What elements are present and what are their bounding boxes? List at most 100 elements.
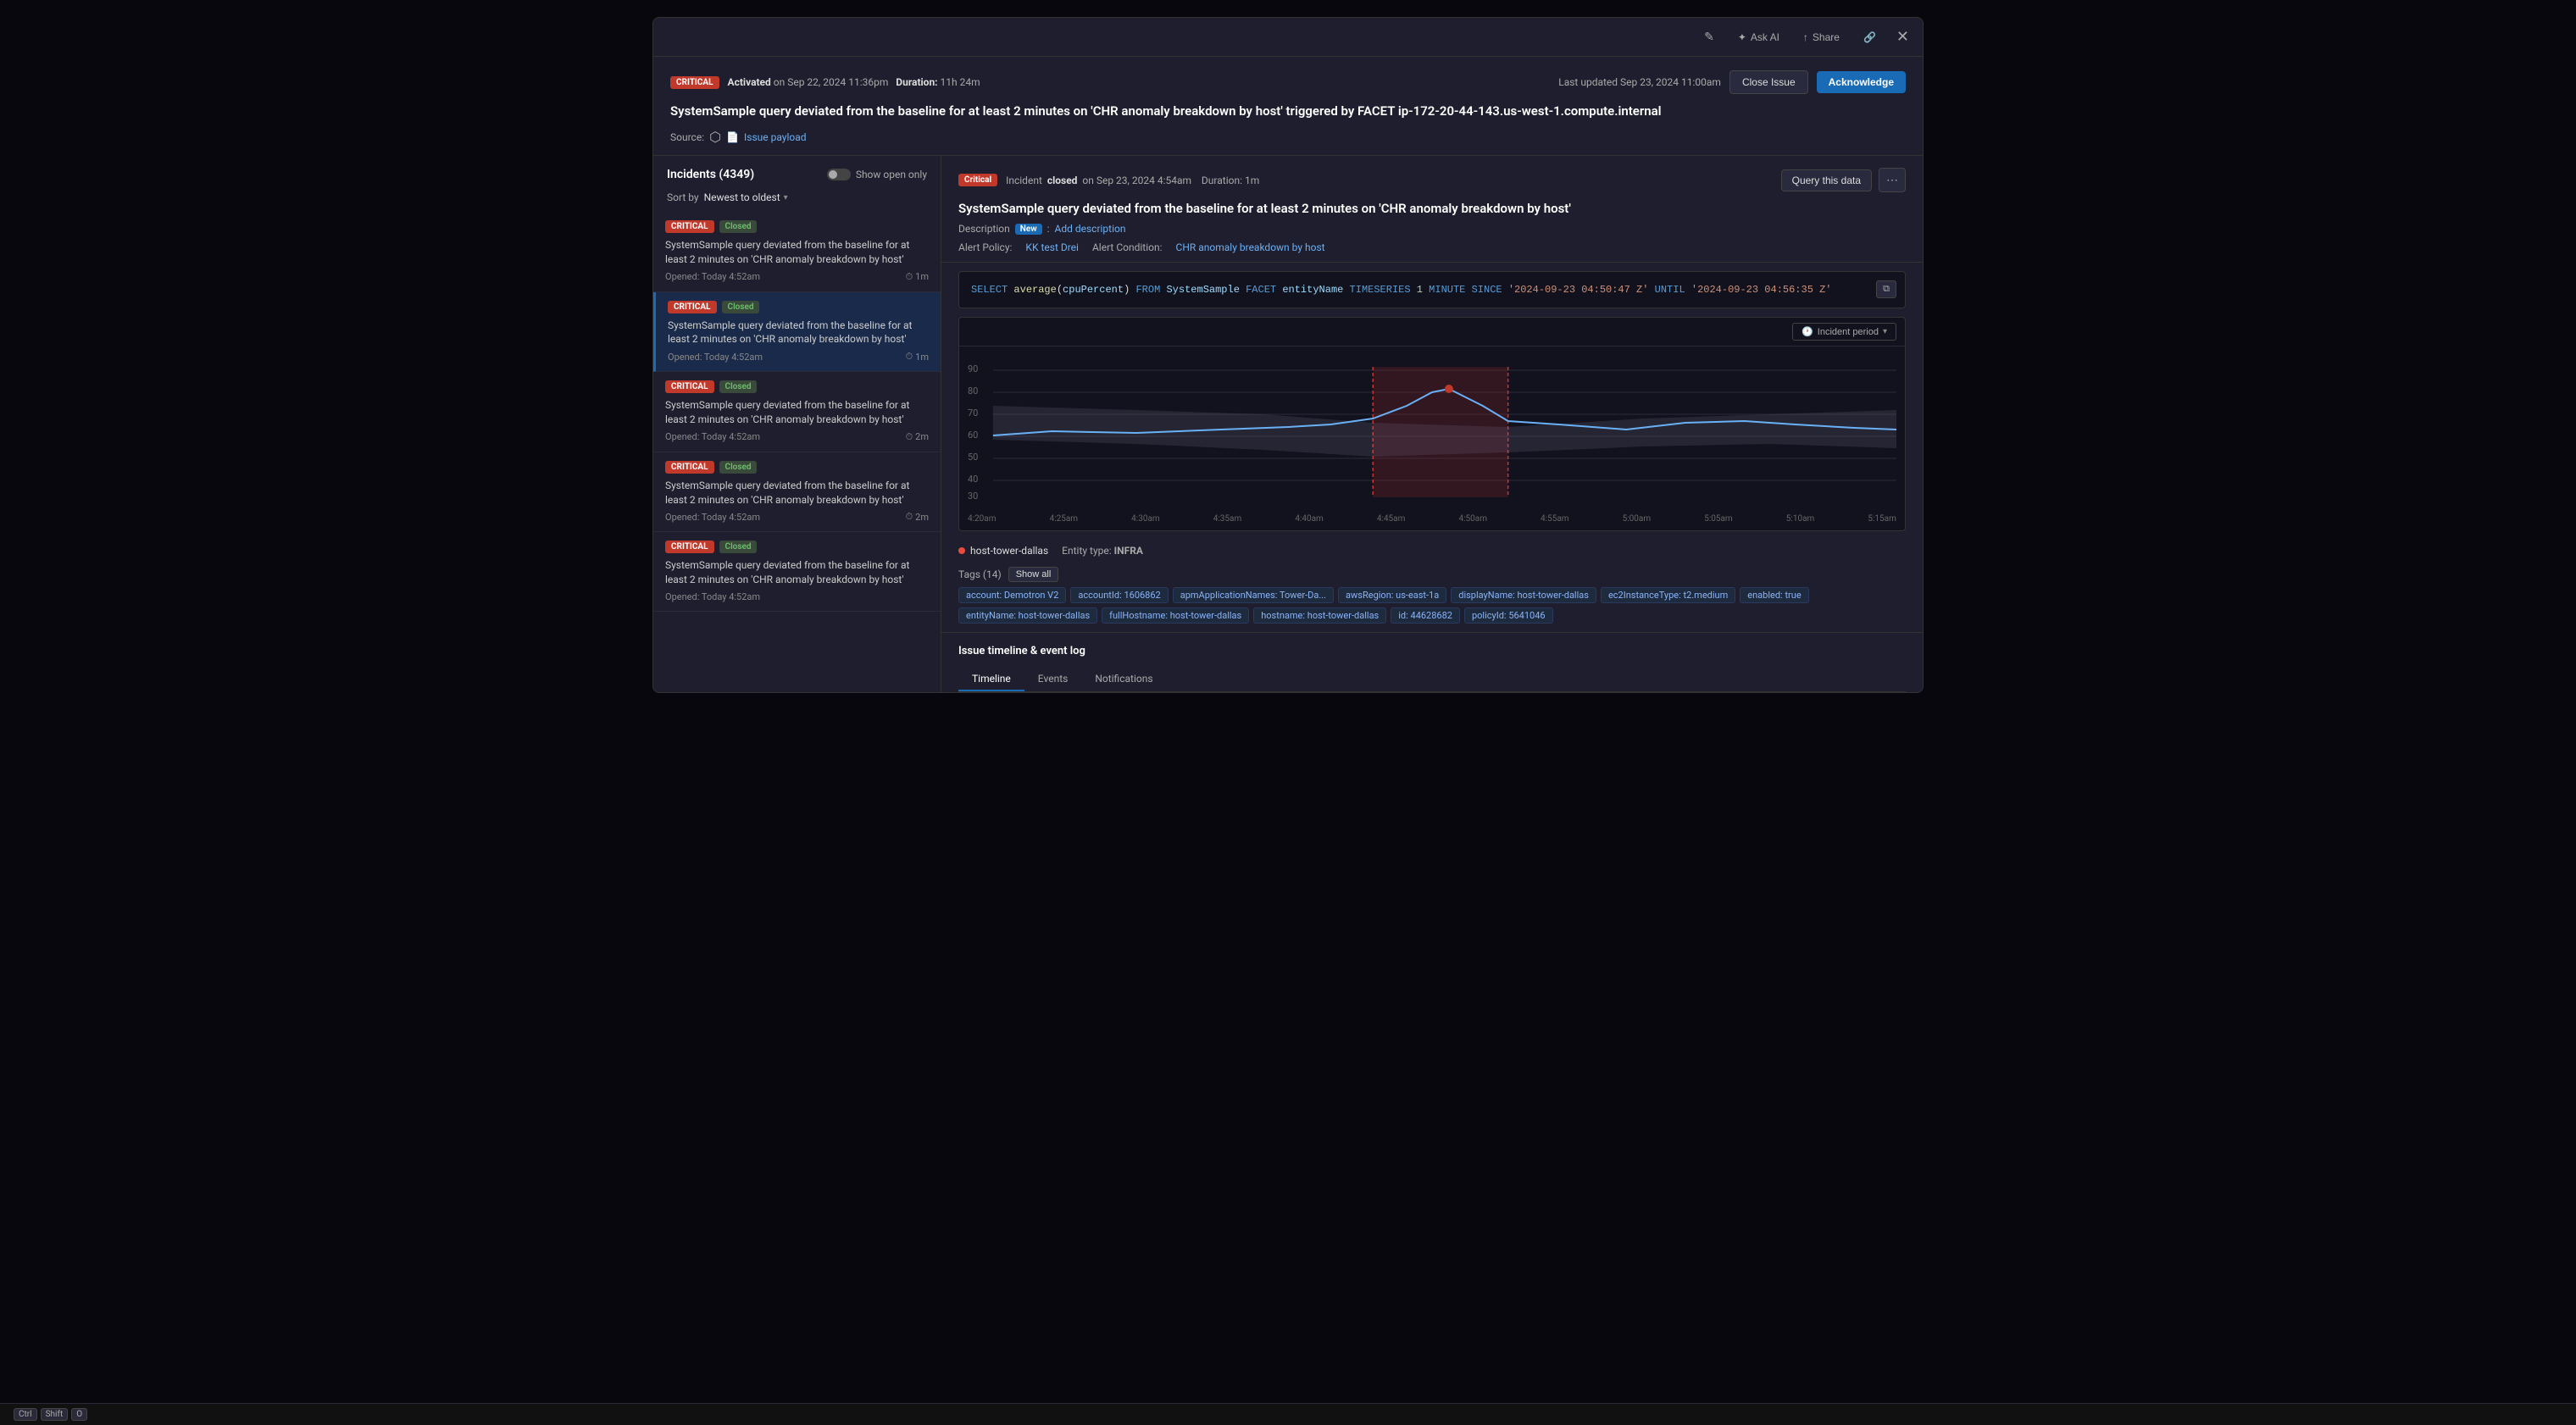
tab-notifications[interactable]: Notifications <box>1081 668 1166 691</box>
tag-item[interactable]: displayName: host-tower-dallas <box>1451 587 1596 603</box>
modal-body: Incidents (4349) Show open only Sort by … <box>653 156 1923 692</box>
detail-duration: 1m <box>1245 175 1259 186</box>
incidents-title: Incidents (4349) <box>667 168 754 181</box>
y-label-80: 80 <box>968 385 978 396</box>
show-all-button[interactable]: Show all <box>1008 567 1059 582</box>
ask-ai-button[interactable]: ✦ Ask AI <box>1731 28 1786 47</box>
incident-footer: Opened: Today 4:52am ⏱2m <box>665 431 929 443</box>
issue-title: SystemSample query deviated from the bas… <box>670 103 1906 120</box>
y-label-90: 90 <box>968 363 978 374</box>
sort-value: Newest to oldest <box>704 191 780 203</box>
header-right: Last updated Sep 23, 2024 11:00am Close … <box>1558 70 1906 94</box>
chart-svg-wrap: 90 80 70 60 50 40 30 <box>959 347 1905 511</box>
tag-item[interactable]: ec2InstanceType: t2.medium <box>1601 587 1735 603</box>
entity-row: host-tower-dallas Entity type: INFRA <box>941 540 1923 562</box>
chart-label-5: 4:45am <box>1377 514 1406 524</box>
chart-label-10: 5:10am <box>1786 514 1815 524</box>
tag-item[interactable]: awsRegion: us-east-1a <box>1338 587 1446 603</box>
share-button[interactable]: ↑ Share <box>1796 28 1846 47</box>
add-description-link[interactable]: Add description <box>1055 223 1126 235</box>
clock-icon: ⏱ <box>906 511 913 523</box>
incident-text: SystemSample query deviated from the bas… <box>665 398 929 427</box>
detail-meta-row: Critical Incident closed on Sep 23, 2024… <box>958 168 1906 192</box>
edit-button[interactable]: ✎ <box>1697 26 1721 47</box>
critical-badge: Critical <box>670 76 719 89</box>
avg-func: average <box>1013 284 1056 296</box>
alert-policy-label: Alert Policy: <box>958 241 1012 253</box>
detail-title: SystemSample query deviated from the bas… <box>958 201 1906 216</box>
query-this-data-button[interactable]: Query this data <box>1781 169 1872 191</box>
incident-item[interactable]: Critical Closed SystemSample query devia… <box>653 292 941 373</box>
desc-row: Description New : Add description <box>958 223 1906 235</box>
tags-grid: account: Demotron V2accountId: 1606862 ap… <box>958 587 1906 624</box>
chevron-down-icon: ▾ <box>1883 327 1887 336</box>
tag-item[interactable]: entityName: host-tower-dallas <box>958 607 1097 624</box>
peak-dot <box>1445 385 1453 393</box>
incident-item[interactable]: Critical Closed SystemSample query devia… <box>653 532 941 612</box>
incident-duration: ⏱2m <box>906 431 929 443</box>
tag-item[interactable]: policyId: 5641046 <box>1464 607 1553 624</box>
more-options-button[interactable]: ⋯ <box>1879 168 1906 192</box>
close-button[interactable]: ✕ <box>1893 25 1913 49</box>
copy-query-button[interactable]: ⧉ <box>1876 280 1896 298</box>
tab-events[interactable]: Events <box>1024 668 1082 691</box>
incident-text: SystemSample query deviated from the bas… <box>665 238 929 267</box>
from-keyword: FROM <box>1135 284 1160 296</box>
tags-header: Tags (14) Show all <box>958 567 1906 582</box>
duration-value: 11h 24m <box>941 76 980 88</box>
tag-item[interactable]: enabled: true <box>1740 587 1808 603</box>
issue-activated-meta: Activated on Sep 22, 2024 11:36pm Durati… <box>728 76 980 88</box>
incident-item[interactable]: Critical Closed SystemSample query devia… <box>653 212 941 292</box>
alert-condition-label: Alert Condition: <box>1092 241 1163 253</box>
critical-badge: Critical <box>668 301 717 313</box>
alert-condition-link[interactable]: CHR anomaly breakdown by host <box>1176 241 1325 253</box>
chart-label-4: 4:40am <box>1295 514 1324 524</box>
host-name: host-tower-dallas <box>970 545 1048 557</box>
incident-item[interactable]: Critical Closed SystemSample query devia… <box>653 372 941 452</box>
incidents-sidebar: Incidents (4349) Show open only Sort by … <box>653 156 941 692</box>
chart-label-9: 5:05am <box>1704 514 1733 524</box>
tag-item[interactable]: hostname: host-tower-dallas <box>1253 607 1386 624</box>
toggle-switch[interactable] <box>827 169 851 180</box>
show-open-toggle[interactable]: Show open only <box>827 169 927 180</box>
acknowledge-button[interactable]: Acknowledge <box>1817 71 1906 93</box>
opened-label: Opened: Today 4:52am <box>665 591 760 602</box>
issue-payload-label: Issue payload <box>744 131 807 143</box>
closed-text: closed <box>1047 175 1078 186</box>
tag-item[interactable]: accountId: 1606862 <box>1070 587 1168 603</box>
tag-item[interactable]: fullHostname: host-tower-dallas <box>1102 607 1249 624</box>
link-button[interactable]: 🔗 <box>1857 28 1883 47</box>
opened-label: Opened: Today 4:52am <box>665 512 760 523</box>
tag-item[interactable]: id: 44628682 <box>1391 607 1460 624</box>
select-keyword: SELECT <box>971 284 1008 296</box>
sort-select[interactable]: Newest to oldest ▾ <box>704 191 788 203</box>
incident-item[interactable]: Critical Closed SystemSample query devia… <box>653 452 941 533</box>
modal-overlay: ✎ ✦ Ask AI ↑ Share 🔗 ✕ Critical Activat <box>0 0 2576 1425</box>
share-label: Share <box>1813 31 1840 43</box>
incident-footer: Opened: Today 4:52am ⏱2m <box>665 511 929 523</box>
tag-item[interactable]: apmApplicationNames: Tower-Da... <box>1173 587 1334 603</box>
y-label-60: 60 <box>968 430 978 441</box>
tab-timeline[interactable]: Timeline <box>958 668 1024 691</box>
detail-actions: Query this data ⋯ <box>1781 168 1906 192</box>
chevron-down-icon: ▾ <box>784 193 788 202</box>
alert-policy-link[interactable]: KK test Drei <box>1025 241 1079 253</box>
chart-label-7: 4:55am <box>1541 514 1569 524</box>
duration-label: Duration: <box>896 76 937 88</box>
y-label-50: 50 <box>968 452 978 463</box>
entity-type: Entity type: INFRA <box>1062 545 1143 557</box>
status-badge: Closed <box>719 380 758 393</box>
status-badge: Closed <box>722 301 760 313</box>
incident-period-button[interactable]: 🕐 Incident period ▾ <box>1792 323 1896 341</box>
chart-label-8: 5:00am <box>1623 514 1652 524</box>
clock-icon: ⏱ <box>906 271 913 283</box>
source-icon: ⬡ <box>709 129 721 145</box>
sort-row: Sort by Newest to oldest ▾ <box>653 188 941 212</box>
close-issue-button[interactable]: Close Issue <box>1729 70 1808 94</box>
incident-duration: ⏱2m <box>906 511 929 523</box>
tag-item[interactable]: account: Demotron V2 <box>958 587 1066 603</box>
new-badge: New <box>1015 224 1042 235</box>
tags-section: Tags (14) Show all account: Demotron V2a… <box>941 562 1923 632</box>
last-updated: Last updated Sep 23, 2024 11:00am <box>1558 76 1721 88</box>
incidents-list: Critical Closed SystemSample query devia… <box>653 212 941 692</box>
